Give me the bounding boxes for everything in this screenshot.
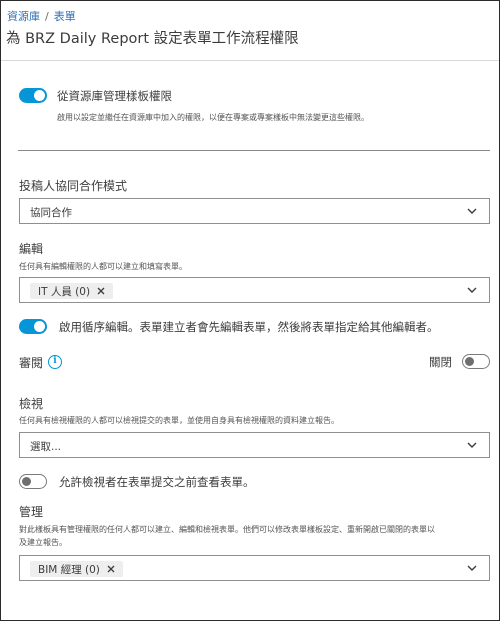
view-select-placeholder: 選取... — [30, 441, 62, 453]
collaboration-mode-label: 投稿人協同合作模式 — [19, 179, 128, 193]
view-members-select[interactable]: 選取... — [19, 432, 490, 458]
sequential-edit-label: 啟用循序編輯。表單建立者會先編輯表單，然後將表單指定給其他編輯者。 — [59, 320, 439, 334]
library-permissions-description: 啟用以設定並繼任在資源庫中加入的權限，以便在專案或專案樣板中無法變更這些權限。 — [57, 113, 369, 122]
breadcrumb-separator: / — [45, 10, 49, 23]
edit-description: 任何具有編輯權限的人都可以建立和填寫表單。 — [19, 262, 187, 271]
chip-label: BIM 經理 (0) — [38, 563, 100, 576]
chevron-down-icon — [467, 442, 477, 448]
close-icon[interactable] — [107, 565, 115, 573]
collaboration-mode-value: 協同合作 — [30, 207, 72, 219]
close-icon[interactable] — [97, 287, 105, 295]
breadcrumb: 資源庫 / 表單 — [7, 8, 76, 24]
manage-description-line2: 及建立報告。 — [19, 538, 67, 547]
view-description: 任何具有檢視權限的人都可以檢視提交的表單，並使用自身具有檢視權限的資料建立報告。 — [19, 416, 339, 425]
chevron-down-icon — [467, 208, 477, 214]
allow-preview-toggle[interactable] — [19, 474, 47, 489]
breadcrumb-current-link[interactable]: 表單 — [54, 10, 76, 23]
review-label: 審閱 — [19, 356, 44, 370]
breadcrumb-root-link[interactable]: 資源庫 — [7, 10, 40, 23]
info-icon[interactable]: i — [48, 355, 62, 369]
edit-members-select[interactable]: IT 人員 (0) — [19, 277, 490, 303]
page-title: 為 BRZ Daily Report 設定表單工作流程權限 — [6, 31, 299, 47]
section-divider — [18, 150, 490, 151]
page-header: 資源庫 / 表單 為 BRZ Daily Report 設定表單工作流程權限 — [1, 1, 499, 61]
library-permissions-label: 從資源庫管理樣板權限 — [57, 89, 172, 103]
review-toggle[interactable] — [462, 354, 490, 369]
view-label: 檢視 — [19, 397, 44, 411]
chevron-down-icon — [467, 287, 477, 293]
toggle-knob — [34, 321, 45, 332]
manage-members-select[interactable]: BIM 經理 (0) — [19, 555, 490, 581]
manage-label: 管理 — [19, 505, 44, 519]
toggle-knob — [465, 356, 474, 366]
edit-member-chip: IT 人員 (0) — [30, 283, 114, 299]
toggle-knob — [22, 476, 31, 486]
manage-member-chip: BIM 經理 (0) — [30, 561, 123, 577]
collaboration-mode-select[interactable]: 協同合作 — [19, 198, 490, 224]
sequential-edit-toggle[interactable] — [19, 319, 47, 334]
manage-description-line1: 對此樣板具有管理權限的任何人都可以建立、編輯和檢視表單。他們可以修改表單樣板設定… — [19, 525, 435, 534]
edit-label: 編輯 — [19, 242, 44, 256]
chip-label: IT 人員 (0) — [38, 285, 91, 298]
library-permissions-toggle[interactable] — [19, 88, 47, 103]
allow-preview-label: 允許檢視者在表單提交之前查看表單。 — [59, 475, 255, 489]
toggle-knob — [34, 90, 45, 101]
chevron-down-icon — [467, 565, 477, 571]
review-toggle-label: 關閉 — [429, 355, 452, 369]
